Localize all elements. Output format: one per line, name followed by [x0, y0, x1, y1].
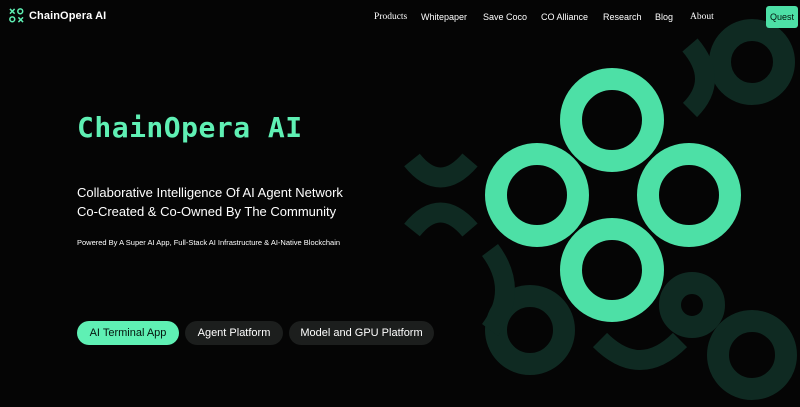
quest-button[interactable]: Quest: [766, 6, 798, 28]
hero-buttons: AI Terminal App Agent Platform Model and…: [77, 321, 434, 345]
nav-item-products[interactable]: Products: [374, 11, 407, 23]
tagline-line-2: Co-Created & Co-Owned By The Community: [77, 204, 337, 219]
powered-by-text: Powered By A Super AI App, Full-Stack AI…: [77, 238, 341, 247]
ai-terminal-app-button[interactable]: AI Terminal App: [77, 321, 179, 345]
nav-item-save-coco[interactable]: Save Coco: [483, 11, 527, 23]
agent-platform-button[interactable]: Agent Platform: [185, 321, 283, 345]
nav-item-about[interactable]: About: [690, 11, 714, 23]
tagline-line-1: Collaborative Intelligence Of AI Agent N…: [77, 185, 343, 200]
hero-tagline: Collaborative Intelligence Of AI Agent N…: [77, 183, 343, 221]
top-nav: ChainOpera AI Products Whitepaper Save C…: [0, 0, 800, 34]
nav-item-research[interactable]: Research: [603, 11, 642, 23]
nav-item-co-alliance[interactable]: CO Alliance: [541, 11, 588, 23]
nav-menu: Products Whitepaper Save Coco CO Allianc…: [0, 11, 800, 25]
nav-item-blog[interactable]: Blog: [655, 11, 673, 23]
model-gpu-platform-button[interactable]: Model and GPU Platform: [289, 321, 434, 345]
nav-item-whitepaper[interactable]: Whitepaper: [421, 11, 467, 23]
hero-title: ChainOpera AI: [77, 111, 303, 144]
